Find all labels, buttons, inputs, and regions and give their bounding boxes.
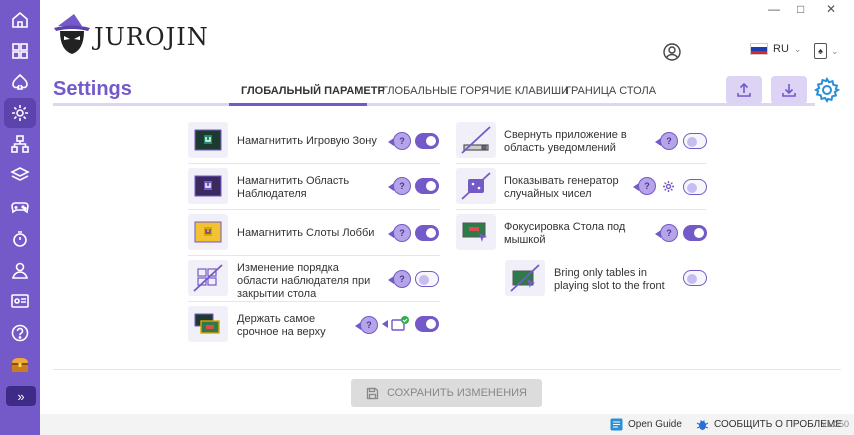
focus-table-under-mouse-toggle[interactable] <box>683 225 707 241</box>
reorder-observer-area-help-icon[interactable]: ? <box>388 270 411 288</box>
magnetize-game-zone-help-icon[interactable]: ? <box>388 132 411 150</box>
spade-icon[interactable] <box>4 67 36 97</box>
show-rng-thumbnail <box>456 168 496 204</box>
account-icon[interactable] <box>663 43 681 61</box>
tab-table-border[interactable]: ГРАНИЦА СТОЛА <box>565 85 656 97</box>
download-icon <box>782 84 796 97</box>
bug-icon <box>696 420 709 430</box>
gear-icon[interactable] <box>813 76 841 104</box>
divider <box>188 209 440 210</box>
divider <box>188 255 440 256</box>
magnetize-game-zone-toggle[interactable] <box>415 133 439 149</box>
upload-icon <box>737 82 751 97</box>
focus-table-under-mouse-help-icon[interactable]: ? <box>655 224 678 242</box>
maximize-button[interactable]: □ <box>797 2 804 16</box>
open-guide-link[interactable]: Open Guide <box>610 418 682 431</box>
minimize-to-tray-toggle[interactable] <box>683 133 707 149</box>
minimize-to-tray-thumbnail <box>456 122 496 158</box>
bring-playing-slot-front-toggle[interactable] <box>683 270 707 286</box>
save-icon <box>366 387 379 399</box>
magnetize-lobby-slots-thumbnail <box>188 214 228 250</box>
import-button[interactable] <box>771 76 807 104</box>
magnetize-lobby-slots-help-icon[interactable]: ? <box>388 224 411 242</box>
magnetize-lobby-slots-label: Намагнитить Слоты Лобби <box>237 227 375 239</box>
save-changes-button[interactable]: СОХРАНИТЬ ИЗМЕНЕНИЯ <box>351 379 542 407</box>
show-rng-help-icon[interactable]: ? <box>633 177 656 195</box>
magnetize-observer-area-thumbnail <box>188 168 228 204</box>
reorder-observer-area-toggle[interactable] <box>415 271 439 287</box>
help-icon[interactable] <box>4 318 36 348</box>
show-rng-toggle[interactable] <box>683 179 707 195</box>
magnetize-observer-area-toggle[interactable] <box>415 178 439 194</box>
export-button[interactable] <box>726 76 762 104</box>
chevron-down-icon: ⌄ <box>793 43 802 54</box>
divider <box>188 163 440 164</box>
tab-bar <box>53 103 815 106</box>
minimize-button[interactable]: — <box>768 2 780 16</box>
keep-urgent-on-top-help-icon[interactable]: ? <box>355 316 378 334</box>
divider <box>188 301 440 302</box>
reorder-observer-area-thumbnail <box>188 260 228 296</box>
reorder-observer-area-label: Изменение порядка области наблюдателя пр… <box>237 262 371 300</box>
divider <box>456 209 706 210</box>
settings-icon[interactable] <box>4 98 36 128</box>
chevron-down-icon: ⌄ <box>831 45 839 56</box>
open-guide-label: Open Guide <box>628 419 682 430</box>
home-icon[interactable] <box>4 5 36 35</box>
report-problem-link[interactable]: СООБЩИТЬ О ПРОБЛЕМЕ <box>696 418 842 431</box>
russia-flag-icon <box>750 43 768 55</box>
sidebar: » <box>0 0 40 435</box>
tab-global-hotkeys[interactable]: ГЛОБАЛЬНЫЕ ГОРЯЧИЕ КЛАВИШИ <box>382 85 569 97</box>
active-tab-indicator <box>229 103 367 106</box>
focus-table-under-mouse-label: Фокусировка Стола под мышкой <box>504 221 626 246</box>
close-button[interactable]: ✕ <box>826 2 836 16</box>
tab-global-parameter[interactable]: ГЛОБАЛЬНЫЙ ПАРАМЕТР <box>241 85 385 97</box>
gamepad-icon[interactable] <box>4 192 36 222</box>
save-changes-label: СОХРАНИТЬ ИЗМЕНЕНИЯ <box>386 387 527 399</box>
language-selector[interactable]: RU ⌄ <box>750 43 801 55</box>
keep-urgent-on-top-thumbnail <box>188 306 228 342</box>
keep-urgent-on-top-toggle[interactable] <box>415 316 439 332</box>
dashboard-icon[interactable] <box>4 36 36 66</box>
magnetize-game-zone-label: Намагнитить Игровую Зону <box>237 135 377 147</box>
bring-playing-slot-front-thumbnail <box>505 260 545 296</box>
language-code: RU <box>773 43 789 55</box>
id-card-icon[interactable] <box>4 286 36 316</box>
logo-text: JUROJIN <box>94 23 209 51</box>
timer-icon[interactable] <box>4 224 36 254</box>
page-title: Settings <box>53 78 132 100</box>
magnetize-observer-area-label: Намагнитить Область Наблюдателя <box>237 175 350 200</box>
divider <box>456 163 706 164</box>
divider <box>53 369 841 370</box>
layers-icon[interactable] <box>4 160 36 190</box>
window-check-icon <box>382 316 409 331</box>
app-logo: JUROJIN <box>52 12 208 58</box>
focus-table-under-mouse-thumbnail <box>456 214 496 250</box>
card-deck-selector[interactable]: ♠ ⌄ <box>814 43 839 59</box>
minimize-to-tray-help-icon[interactable]: ? <box>655 132 678 150</box>
user-icon[interactable] <box>4 255 36 285</box>
magnetize-lobby-slots-toggle[interactable] <box>415 225 439 241</box>
playing-card-icon: ♠ <box>814 43 827 59</box>
rng-settings-icon[interactable] <box>662 180 675 193</box>
guide-icon <box>610 418 623 431</box>
magnetize-observer-area-help-icon[interactable]: ? <box>388 177 411 195</box>
hierarchy-icon[interactable] <box>4 129 36 159</box>
minimize-to-tray-label: Свернуть приложение в область уведомлени… <box>504 129 627 154</box>
show-rng-label: Показывать генератор случайных чисел <box>504 175 619 200</box>
bring-playing-slot-front-label: Bring only tables in playing slot to the… <box>554 267 665 292</box>
keep-urgent-on-top-label: Держать самое срочное на верху <box>237 313 326 338</box>
treasure-chest-icon[interactable] <box>4 350 36 380</box>
magnetize-game-zone-thumbnail <box>188 122 228 158</box>
expand-sidebar-button[interactable]: » <box>6 386 36 406</box>
app-version: v1.350 <box>822 419 850 429</box>
